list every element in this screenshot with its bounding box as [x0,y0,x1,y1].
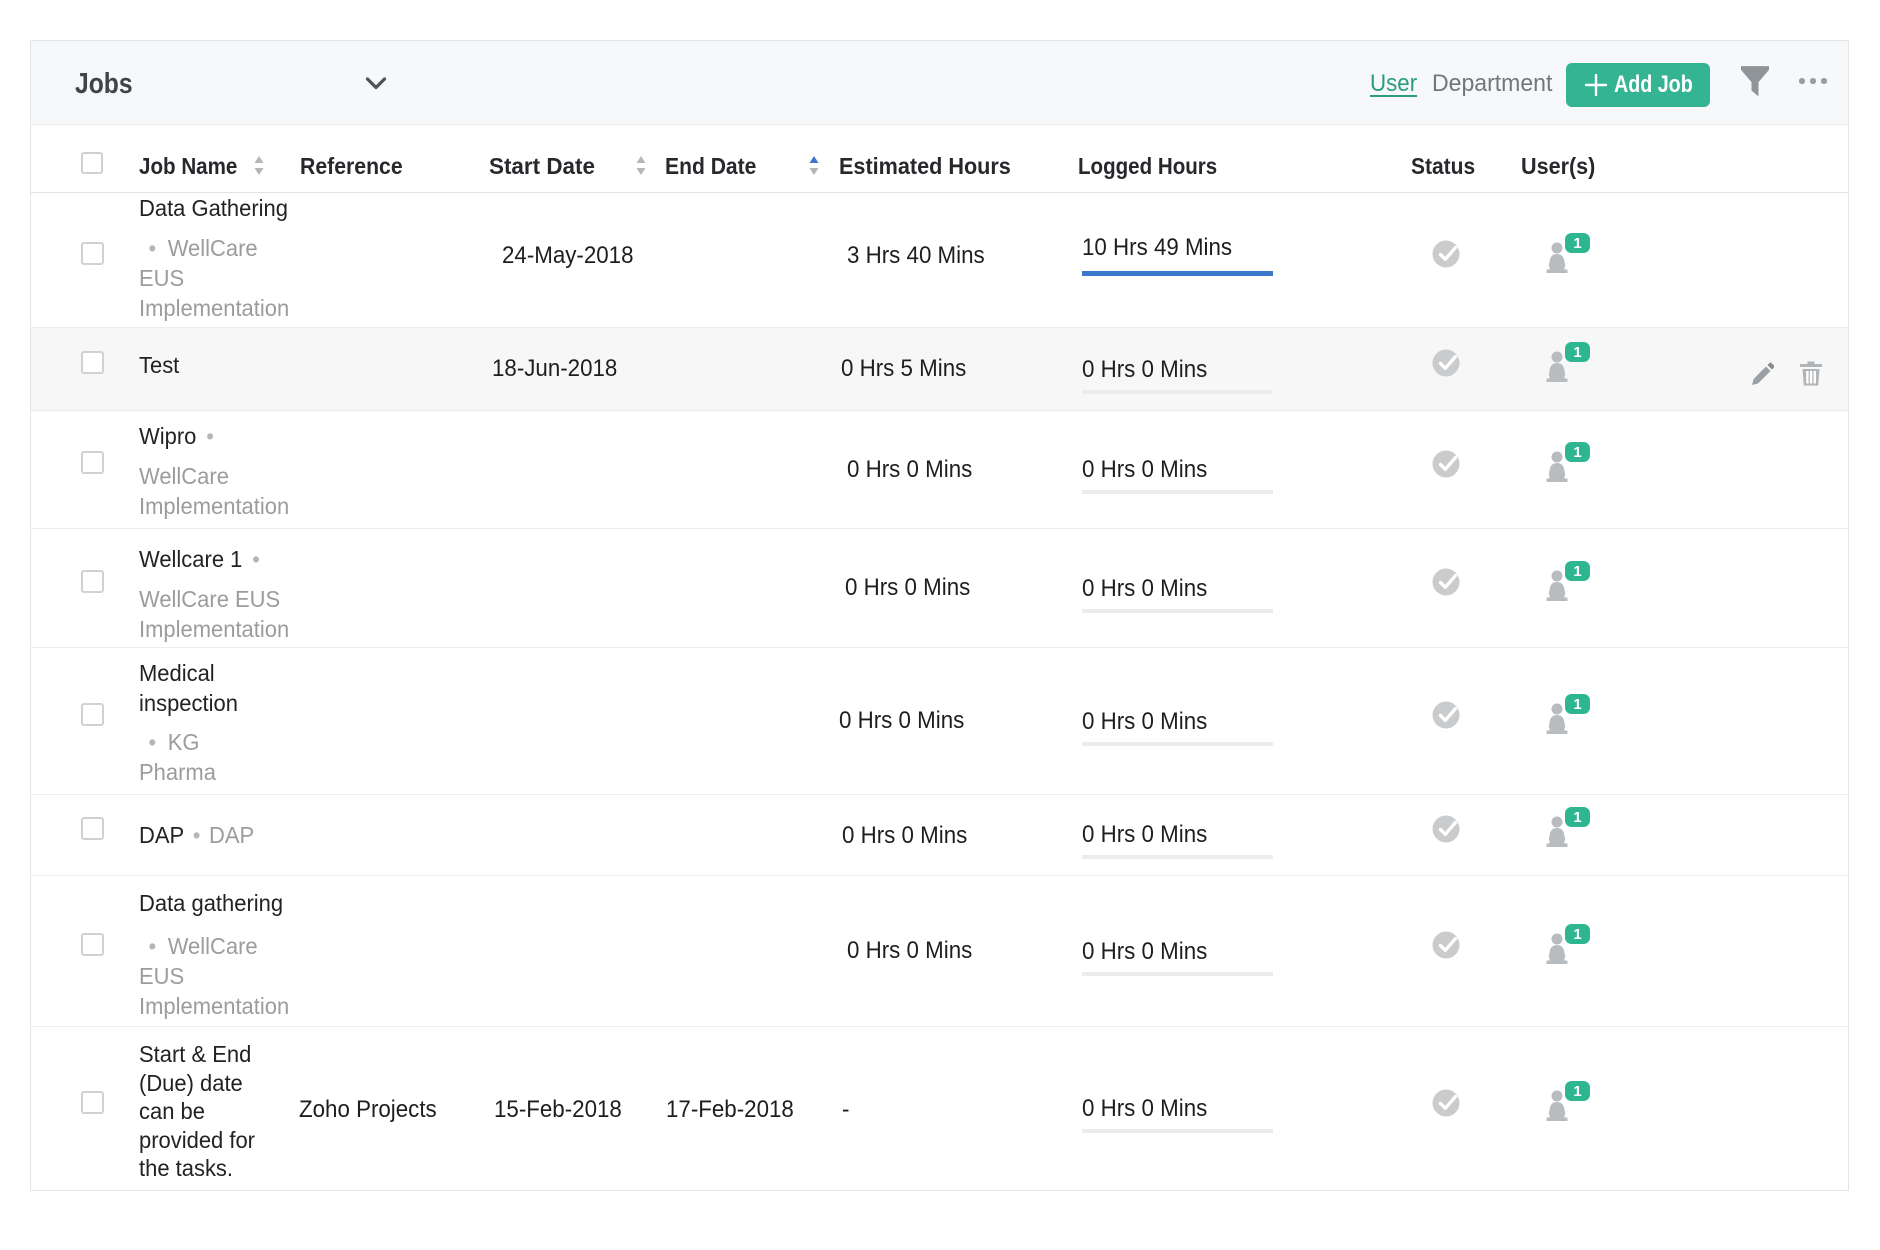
svg-text:1: 1 [1573,926,1581,943]
svg-text:1: 1 [1573,344,1581,361]
svg-text:1: 1 [1573,563,1581,580]
svg-text:1: 1 [1573,444,1581,461]
svg-text:1: 1 [1573,235,1581,252]
svg-text:1: 1 [1573,809,1581,826]
svg-text:1: 1 [1573,1083,1581,1100]
svg-text:1: 1 [1573,696,1581,713]
